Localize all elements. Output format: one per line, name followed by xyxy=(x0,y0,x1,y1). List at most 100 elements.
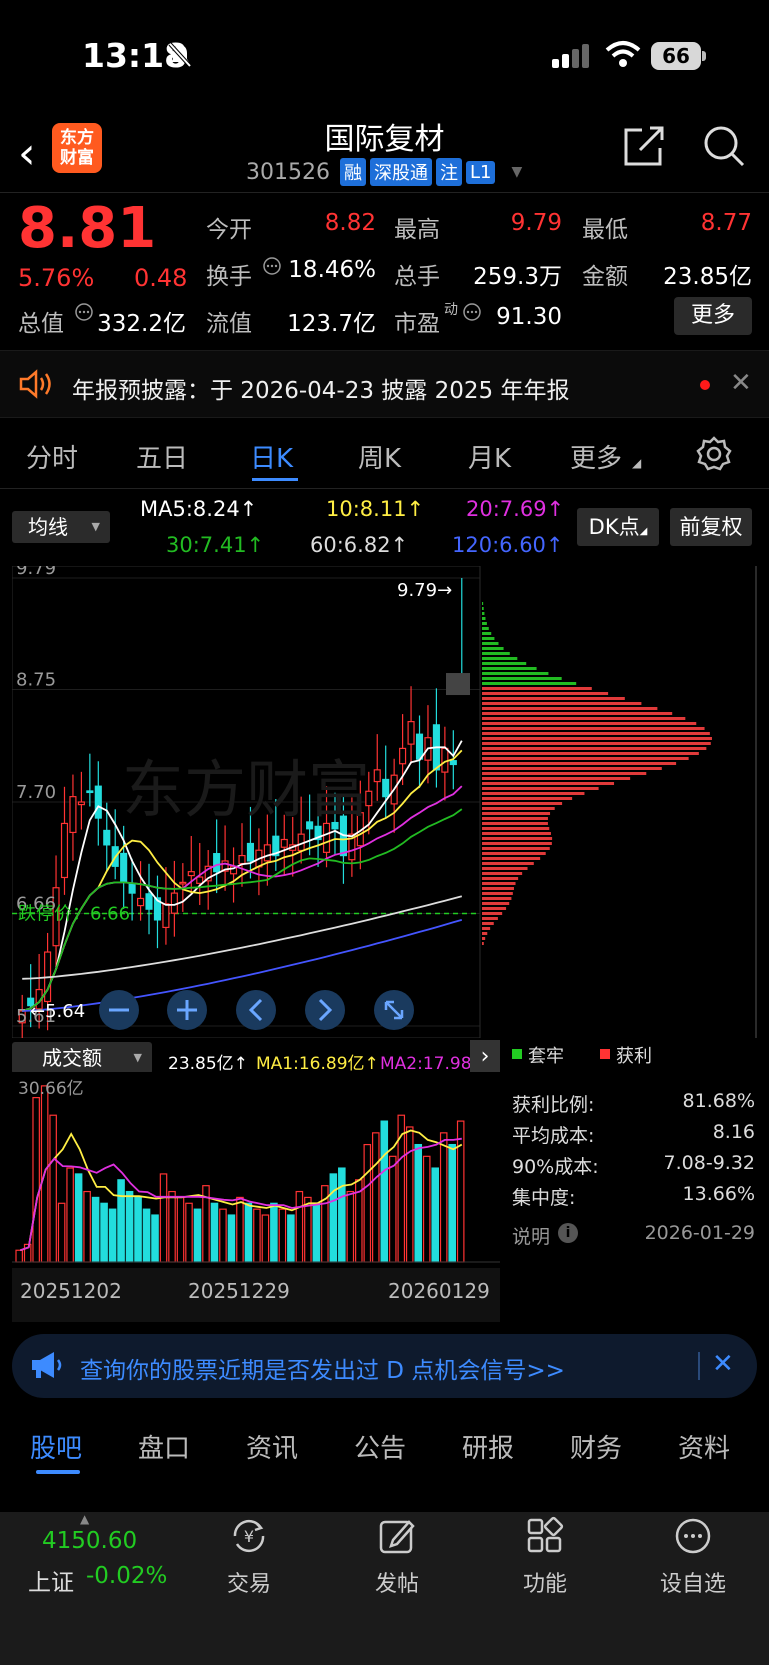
chip-bar xyxy=(482,657,518,660)
active-tab-indicator xyxy=(252,478,298,481)
avg-cost-value: 8.16 xyxy=(712,1121,755,1143)
tab-research[interactable]: 研报 xyxy=(462,1428,514,1465)
nav-functions[interactable]: 功能 xyxy=(495,1514,595,1598)
chip-bar xyxy=(482,787,599,790)
info-dots-icon[interactable] xyxy=(74,302,94,322)
chip-bar xyxy=(482,677,562,680)
tab-financials[interactable]: 财务 xyxy=(570,1428,622,1465)
nav-post[interactable]: 发帖 xyxy=(347,1514,447,1598)
volume-bar xyxy=(66,1167,74,1263)
nav-watchlist[interactable]: 设自选 xyxy=(643,1514,743,1598)
candle-body xyxy=(263,844,271,862)
svg-text:¥: ¥ xyxy=(244,1527,254,1546)
tab-order-book[interactable]: 盘口 xyxy=(138,1428,190,1465)
search-icon[interactable] xyxy=(702,124,746,168)
chevron-up-icon[interactable]: ▲ xyxy=(80,1512,89,1526)
scroll-left-button[interactable] xyxy=(236,990,276,1030)
candle-body xyxy=(280,838,288,848)
stock-code-line: 301526 融 深股通 注 L1 ▼ xyxy=(246,158,522,186)
volume-bar xyxy=(219,1208,227,1263)
dk-point-button[interactable]: DK点◢ xyxy=(577,508,659,546)
watermark: 东方财富 xyxy=(122,753,370,826)
candle-body xyxy=(399,747,407,765)
candle-body xyxy=(128,883,136,894)
tab-daily-k[interactable]: 日K xyxy=(250,438,293,475)
chip-bar xyxy=(482,867,528,870)
volume-bar xyxy=(439,1132,448,1263)
market-cap-label: 总值 xyxy=(18,311,64,337)
ma30-value: 30:7.41↑ xyxy=(166,533,265,557)
info-dots-icon[interactable] xyxy=(262,256,282,276)
candle-body xyxy=(94,785,102,819)
open-value: 8.82 xyxy=(324,210,376,236)
volume-value: 259.3万 xyxy=(473,264,562,290)
candle-body xyxy=(162,903,170,929)
chip-bar xyxy=(482,772,647,775)
chip-bar xyxy=(482,857,541,860)
volume-label: 总手 xyxy=(394,264,440,290)
y-axis-label: 8.75 xyxy=(16,669,56,690)
volume-bar xyxy=(261,1214,270,1263)
indicator-select[interactable]: 均线 ▼ xyxy=(12,511,110,543)
chip-bar xyxy=(482,872,523,875)
nav-trade[interactable]: ¥ 交易 xyxy=(199,1514,299,1598)
share-icon[interactable] xyxy=(622,124,666,168)
max-price-marker: 9.79→ xyxy=(397,580,452,601)
candle-body xyxy=(415,733,424,760)
tab-news[interactable]: 资讯 xyxy=(246,1428,298,1465)
banner-text[interactable]: 查询你的股票近期是否发出过 D 点机会信号>> xyxy=(80,1351,565,1385)
chip-bar xyxy=(482,932,488,935)
tab-weekly-k[interactable]: 周K xyxy=(358,438,401,475)
close-icon[interactable]: ✕ xyxy=(730,368,752,398)
more-dots-icon xyxy=(675,1518,711,1554)
legend-profit: 获利 xyxy=(616,1046,652,1067)
tab-profile[interactable]: 资料 xyxy=(678,1428,730,1465)
chevron-right-icon[interactable]: › xyxy=(470,1040,500,1074)
float-cap-value: 123.7亿 xyxy=(287,311,376,337)
info-dots-icon[interactable] xyxy=(462,302,482,322)
candle-body xyxy=(382,778,390,798)
chip-bar xyxy=(482,767,662,770)
volume-bar xyxy=(151,1214,159,1263)
tab-forum[interactable]: 股吧 xyxy=(30,1428,82,1465)
chip-bar xyxy=(482,847,550,850)
adjustment-button[interactable]: 前复权 xyxy=(670,508,752,546)
tab-intraday[interactable]: 分时 xyxy=(26,438,78,475)
chip-bar xyxy=(482,697,625,700)
volume-bar xyxy=(405,1126,414,1263)
tab-five-day[interactable]: 五日 xyxy=(136,438,188,475)
volume-bar xyxy=(185,1202,193,1263)
banner-divider xyxy=(698,1352,700,1380)
last-price: 8.81 xyxy=(18,196,157,261)
chip-note-label[interactable]: 说明 xyxy=(512,1222,550,1249)
volume-indicator-select[interactable]: 成交额 ▼ xyxy=(12,1042,152,1074)
chip-bar xyxy=(482,902,510,905)
candle-body xyxy=(322,822,331,853)
candle-body xyxy=(86,790,94,794)
caret-down-icon[interactable]: ▼ xyxy=(511,164,522,180)
scroll-right-button[interactable] xyxy=(305,990,345,1030)
gear-icon[interactable] xyxy=(696,436,732,472)
chip-bar xyxy=(482,887,514,890)
index-value[interactable]: 4150.60 xyxy=(42,1528,137,1554)
volume-bar xyxy=(32,1097,40,1263)
tab-more[interactable]: 更多 xyxy=(570,438,622,475)
concentration-value: 13.66% xyxy=(682,1183,755,1205)
info-icon[interactable]: i xyxy=(558,1223,578,1243)
more-quote-button[interactable]: 更多 xyxy=(674,297,752,335)
volume-bar xyxy=(431,1167,440,1263)
chip-bar xyxy=(482,892,513,895)
volume-bar xyxy=(210,1202,219,1263)
kline-chart[interactable]: 东方财富 9.798.757.706.665.61跌停价：6.669.79→←5… xyxy=(12,566,757,1038)
candle-body xyxy=(60,822,69,879)
chip-bar xyxy=(482,812,551,815)
tab-announcements[interactable]: 公告 xyxy=(354,1428,406,1465)
close-icon[interactable]: ✕ xyxy=(712,1349,734,1379)
chip-bar xyxy=(482,777,631,780)
avg-cost-label: 平均成本: xyxy=(512,1125,595,1147)
volume-bar xyxy=(363,1143,372,1263)
turnover-value: 18.46% xyxy=(288,257,376,283)
trade-icon: ¥ xyxy=(233,1519,265,1553)
candle-body xyxy=(179,881,187,885)
tab-monthly-k[interactable]: 月K xyxy=(468,438,511,475)
